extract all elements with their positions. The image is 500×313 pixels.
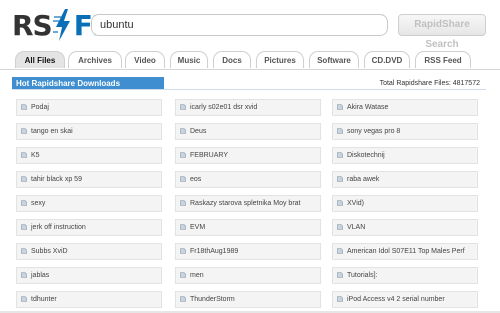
result-item-label: tdhunter xyxy=(31,296,57,303)
file-icon xyxy=(337,176,343,182)
result-item[interactable]: tango en skai xyxy=(16,123,162,140)
result-item-label: sony vegas pro 8 xyxy=(347,128,401,135)
file-icon xyxy=(337,104,343,110)
result-item[interactable]: jerk off instruction xyxy=(16,219,162,236)
file-icon xyxy=(180,104,186,110)
header: RS FIND RapidShare Search xyxy=(0,0,500,50)
section-divider xyxy=(12,89,486,90)
file-icon xyxy=(180,176,186,182)
result-item-label: tahir black xp 59 xyxy=(31,176,82,183)
file-icon xyxy=(337,200,343,206)
result-item-label: jerk off instruction xyxy=(31,224,86,231)
result-item[interactable]: Raskazy starova spletnika Moy brat xyxy=(175,195,321,212)
result-item[interactable]: ThunderStorm xyxy=(175,291,321,308)
category-tabs: All Files Archives Video Music Docs Pict… xyxy=(0,49,500,70)
result-item-label: Subbs XviD xyxy=(31,248,68,255)
tab-music[interactable]: Music xyxy=(170,51,208,68)
file-icon xyxy=(180,296,186,302)
rapidshare-search-button[interactable]: RapidShare Search xyxy=(398,14,486,50)
file-icon xyxy=(21,128,27,134)
file-icon xyxy=(180,272,186,278)
file-icon xyxy=(337,128,343,134)
logo-rs: RS xyxy=(12,8,53,42)
result-item-label: American Idol S07E11 Top Males Perf xyxy=(347,248,465,255)
result-item-label: Deus xyxy=(190,128,207,135)
total-files-count: Total Rapidshare Files: 4817572 xyxy=(379,80,480,87)
file-icon xyxy=(337,272,343,278)
result-item-label: Tutorials]: xyxy=(347,272,378,279)
result-item-label: FEBRUARY xyxy=(190,152,228,159)
result-item[interactable]: American Idol S07E11 Top Males Perf xyxy=(332,243,478,260)
file-icon xyxy=(180,200,186,206)
file-icon xyxy=(21,224,27,230)
result-item[interactable]: sony vegas pro 8 xyxy=(332,123,478,140)
file-icon xyxy=(180,128,186,134)
result-item-label: eos xyxy=(190,176,202,183)
file-icon xyxy=(180,152,186,158)
result-item[interactable]: Diskotechnij xyxy=(332,147,478,164)
result-item-label: Podaj xyxy=(31,104,49,111)
result-item-label: VLAN xyxy=(347,224,366,231)
result-item[interactable]: FEBRUARY xyxy=(175,147,321,164)
result-item-label: XVid) xyxy=(347,200,364,207)
file-icon xyxy=(180,224,186,230)
file-icon xyxy=(21,272,27,278)
result-item[interactable]: raba awek xyxy=(332,171,478,188)
result-item-label: raba awek xyxy=(347,176,380,183)
tab-all-files[interactable]: All Files xyxy=(15,51,65,68)
result-item[interactable]: Podaj xyxy=(16,99,162,116)
result-item-label: iPod Access v4 2 serial number xyxy=(347,296,445,303)
file-icon xyxy=(337,296,343,302)
result-item-label: EVM xyxy=(190,224,206,231)
result-item[interactable]: men xyxy=(175,267,321,284)
result-item-label: Akira Watase xyxy=(347,104,389,111)
result-item[interactable]: eos xyxy=(175,171,321,188)
file-icon xyxy=(21,200,27,206)
result-item[interactable]: tdhunter xyxy=(16,291,162,308)
result-item[interactable]: sexy xyxy=(16,195,162,212)
tab-cd-dvd[interactable]: CD.DVD xyxy=(364,51,410,68)
tab-docs[interactable]: Docs xyxy=(213,51,251,68)
result-item-label: tango en skai xyxy=(31,128,73,135)
result-item[interactable]: tahir black xp 59 xyxy=(16,171,162,188)
result-item-label: K5 xyxy=(31,152,40,159)
file-icon xyxy=(21,296,27,302)
result-item[interactable]: Subbs XviD xyxy=(16,243,162,260)
result-item[interactable]: K5 xyxy=(16,147,162,164)
search-input[interactable] xyxy=(91,14,388,36)
file-icon xyxy=(21,248,27,254)
file-icon xyxy=(180,248,186,254)
file-icon xyxy=(337,224,343,230)
result-item-label: ThunderStorm xyxy=(190,296,235,303)
result-item[interactable]: Tutorials]: xyxy=(332,267,478,284)
result-item[interactable]: EVM xyxy=(175,219,321,236)
result-item-label: Raskazy starova spletnika Moy brat xyxy=(190,200,301,207)
file-icon xyxy=(337,248,343,254)
tab-software[interactable]: Software xyxy=(309,51,359,68)
result-item-label: sexy xyxy=(31,200,46,207)
file-icon xyxy=(21,104,27,110)
result-item[interactable]: icarly s02e01 dsr xvid xyxy=(175,99,321,116)
result-item[interactable]: jablas xyxy=(16,267,162,284)
result-item[interactable]: Fr18thAug1989 xyxy=(175,243,321,260)
tab-pictures[interactable]: Pictures xyxy=(256,51,304,68)
result-item-label: icarly s02e01 dsr xvid xyxy=(190,104,258,111)
file-icon xyxy=(337,152,343,158)
result-item[interactable]: Akira Watase xyxy=(332,99,478,116)
result-item[interactable]: Deus xyxy=(175,123,321,140)
tab-archives[interactable]: Archives xyxy=(68,51,122,68)
tab-video[interactable]: Video xyxy=(125,51,165,68)
result-item-label: jablas xyxy=(31,272,50,279)
file-icon xyxy=(21,152,27,158)
lightning-bolt-icon xyxy=(52,9,70,41)
tab-rss-feed[interactable]: RSS Feed xyxy=(415,51,471,68)
file-icon xyxy=(21,176,27,182)
result-item-label: Fr18thAug1989 xyxy=(190,248,239,255)
result-item[interactable]: VLAN xyxy=(332,219,478,236)
result-item-label: men xyxy=(190,272,204,279)
result-item-label: Diskotechnij xyxy=(347,152,385,159)
result-item[interactable]: XVid) xyxy=(332,195,478,212)
result-item[interactable]: iPod Access v4 2 serial number xyxy=(332,291,478,308)
